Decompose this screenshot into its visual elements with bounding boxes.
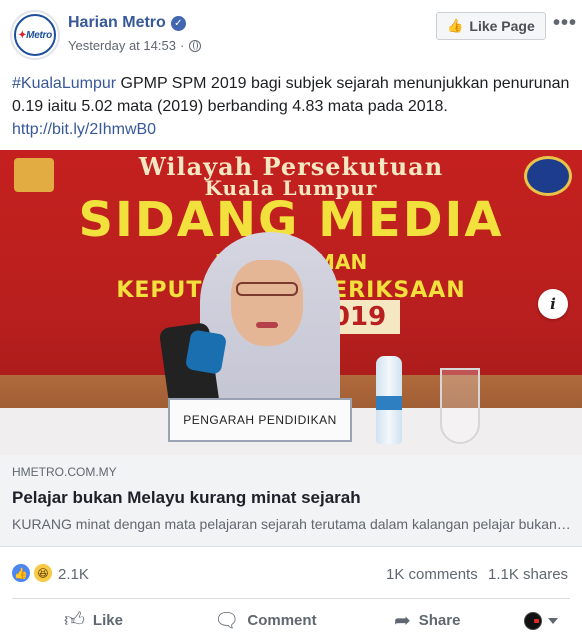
bottle-label bbox=[376, 396, 402, 410]
like-label: Like bbox=[92, 611, 123, 629]
more-options-icon[interactable]: ••• bbox=[553, 12, 577, 35]
info-icon[interactable]: i bbox=[538, 289, 568, 319]
post-timestamp[interactable]: Yesterday at 14:53 bbox=[68, 38, 176, 53]
link-domain: HMETRO.COM.MY bbox=[12, 465, 117, 479]
page-logo: ✦Metro bbox=[14, 14, 56, 56]
share-label: Share bbox=[418, 612, 461, 629]
link-title[interactable]: Pelajar bukan Melayu kurang minat sejara… bbox=[12, 488, 572, 508]
page-name-row: Harian Metro ✓ bbox=[68, 14, 186, 32]
water-glass bbox=[440, 368, 480, 444]
chevron-down-icon bbox=[548, 618, 558, 624]
microphone-blue-icon bbox=[184, 329, 228, 375]
post-header: ✦Metro Harian Metro ✓ Yesterday at 14:53… bbox=[0, 0, 582, 68]
shares-count[interactable]: 1.1K shares bbox=[488, 566, 568, 583]
link-preview-card[interactable]: HMETRO.COM.MY Pelajar bukan Melayu kuran… bbox=[0, 455, 582, 547]
user-avatar bbox=[524, 612, 542, 630]
logo-text: ✦Metro bbox=[18, 29, 52, 41]
post-as-selector[interactable] bbox=[524, 612, 558, 630]
speaker-glasses bbox=[236, 282, 298, 296]
like-page-button[interactable]: 👍 Like Page bbox=[436, 12, 546, 40]
hashtag-link[interactable]: #KualaLumpur bbox=[12, 75, 116, 92]
page-avatar[interactable]: ✦Metro bbox=[10, 10, 60, 60]
meta-separator: · bbox=[179, 38, 185, 53]
share-button[interactable]: ➦ Share bbox=[394, 608, 460, 633]
reaction-count[interactable]: 2.1K bbox=[58, 566, 89, 583]
name-plate: PENGARAH PENDIDIKAN bbox=[168, 398, 352, 442]
verified-check-icon: ✓ bbox=[170, 15, 186, 31]
comments-count[interactable]: 1K comments bbox=[386, 566, 478, 583]
speaker-lips bbox=[256, 322, 278, 328]
post-image[interactable]: Wilayah Persekutuan Kuala Lumpur SIDANG … bbox=[0, 150, 582, 455]
like-button[interactable]: 👍︎ Like bbox=[64, 608, 123, 632]
thumbs-up-icon: 👍 bbox=[447, 18, 464, 33]
reactions-summary: 👍 😆 2.1K 1K comments 1.1K shares bbox=[0, 557, 582, 591]
action-bar: 👍︎ Like 🗨︎ Comment ➦ Share bbox=[0, 600, 582, 640]
comment-icon: 🗨︎ bbox=[214, 610, 240, 632]
speaker-face bbox=[231, 260, 303, 346]
post-meta: Yesterday at 14:53 · bbox=[68, 38, 202, 53]
page-name-link[interactable]: Harian Metro bbox=[68, 14, 166, 32]
comment-label: Comment bbox=[247, 612, 317, 629]
globe-icon[interactable] bbox=[189, 39, 202, 52]
share-icon: ➦ bbox=[394, 610, 411, 632]
haha-reaction-icon[interactable]: 😆 bbox=[32, 562, 54, 584]
like-page-label: Like Page bbox=[469, 18, 535, 34]
divider bbox=[12, 598, 570, 599]
thumbs-up-icon: 👍︎ bbox=[64, 609, 85, 631]
like-reaction-icon[interactable]: 👍 bbox=[10, 562, 32, 584]
post-url-link[interactable]: http://bit.ly/2IhmwB0 bbox=[12, 121, 156, 138]
link-description: KURANG minat dengan mata pelajaran sejar… bbox=[12, 516, 572, 532]
post-body: #KualaLumpur GPMP SPM 2019 bagi subjek s… bbox=[12, 72, 574, 141]
comment-button[interactable]: 🗨︎ Comment bbox=[214, 608, 317, 633]
